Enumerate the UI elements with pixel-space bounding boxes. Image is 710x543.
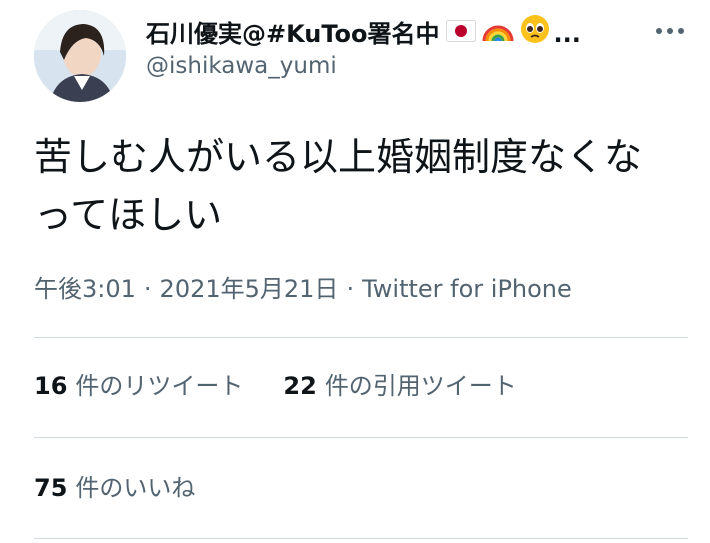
- tweet-date[interactable]: 2021年5月21日: [160, 275, 339, 303]
- avatar[interactable]: [34, 10, 126, 102]
- name-truncation: ...: [553, 20, 581, 48]
- likes-stats-row: 75 件のいいね: [34, 468, 195, 503]
- author-display-name-row[interactable]: 石川優実@#KuToo署名中 ...: [146, 14, 581, 54]
- likes-count: 75: [34, 474, 68, 502]
- tweet-source[interactable]: Twitter for iPhone: [362, 275, 572, 303]
- rainbow-icon: [482, 15, 514, 53]
- divider: [34, 538, 688, 539]
- likes-label: 件のいいね: [75, 474, 196, 502]
- pleading-face-icon: [520, 14, 550, 54]
- more-dot: [678, 28, 684, 34]
- divider: [34, 437, 688, 438]
- author-handle[interactable]: @ishikawa_yumi: [146, 53, 337, 79]
- author-display-name[interactable]: 石川優実@#KuToo署名中: [146, 16, 440, 52]
- tweet-time[interactable]: 午後3:01: [34, 275, 136, 303]
- engagement-stats-row: 16 件のリツイート 22 件の引用ツイート: [34, 366, 517, 401]
- more-options-icon[interactable]: [650, 18, 690, 44]
- meta-separator: ·: [143, 275, 152, 303]
- quote-tweets-stat[interactable]: 22 件の引用ツイート: [283, 366, 516, 401]
- tweet-meta: 午後3:01 · 2021年5月21日 · Twitter for iPhone: [34, 269, 572, 304]
- avatar-photo: [34, 10, 126, 102]
- more-dot: [667, 28, 673, 34]
- quote-tweets-label: 件の引用ツイート: [324, 372, 517, 400]
- retweets-count: 16: [34, 372, 68, 400]
- meta-separator: ·: [346, 275, 355, 303]
- retweets-stat[interactable]: 16 件のリツイート: [34, 366, 243, 401]
- tweet-text: 苦しむ人がいる以上婚姻制度なくなってほしい: [34, 135, 643, 237]
- divider: [34, 337, 688, 338]
- flag-japan-icon: [445, 16, 476, 52]
- likes-stat[interactable]: 75 件のいいね: [34, 468, 195, 503]
- retweets-label: 件のリツイート: [75, 372, 244, 400]
- more-dot: [656, 28, 662, 34]
- quote-tweets-count: 22: [283, 372, 317, 400]
